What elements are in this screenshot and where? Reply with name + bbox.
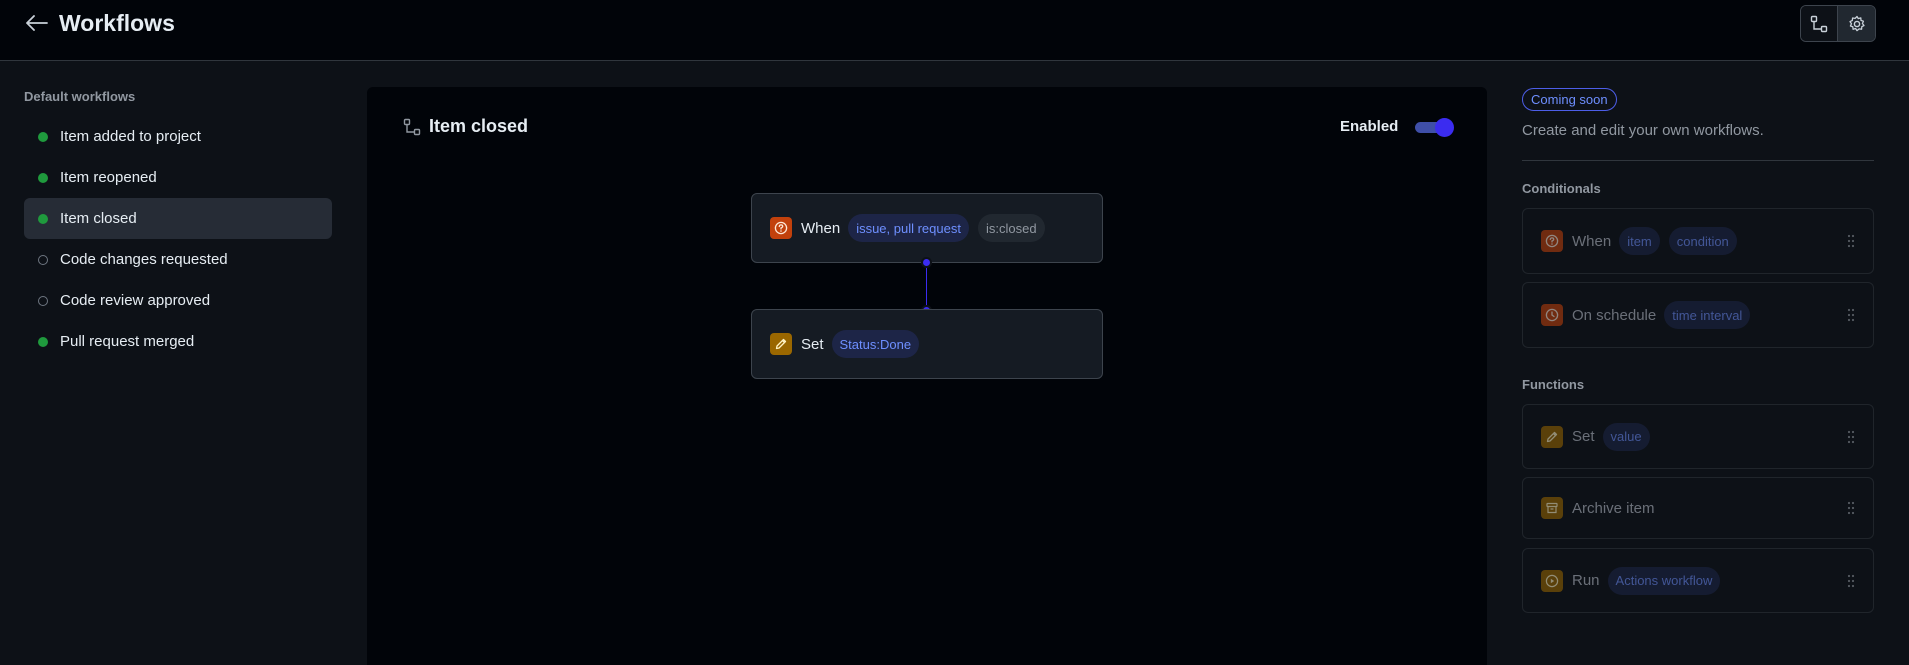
sidebar-item-item-added[interactable]: Item added to project	[24, 116, 332, 157]
sidebar-item-item-closed[interactable]: Item closed	[24, 198, 332, 239]
card-label: On schedule	[1572, 306, 1657, 324]
divider	[1522, 160, 1874, 161]
settings-button[interactable]	[1838, 6, 1875, 41]
condition-pill[interactable]: is:closed	[977, 214, 1045, 242]
sidebar-item-label: Code review approved	[60, 292, 211, 309]
play-icon	[1541, 569, 1563, 592]
sidebar-item-label: Item reopened	[60, 169, 157, 186]
gear-icon	[1848, 15, 1865, 31]
trigger-label: When	[801, 219, 841, 237]
enabled-status-dot	[38, 213, 48, 224]
function-card-archive-item[interactable]: Archive item	[1522, 477, 1874, 539]
conditional-card-when[interactable]: When item condition	[1522, 208, 1874, 274]
sidebar-item-label: Code changes requested	[60, 251, 228, 268]
card-pill: time interval	[1664, 301, 1751, 329]
workflow-icon	[403, 118, 421, 136]
field-value-pill[interactable]: Status:Done	[831, 330, 920, 358]
default-workflows-list: Item added to project Item reopened Item…	[24, 116, 332, 362]
sidebar-item-label: Item closed	[60, 210, 137, 227]
arrow-left-icon	[26, 15, 48, 31]
workflow-canvas: Item closed Enabled When issue, pull req…	[367, 87, 1487, 665]
drag-handle-icon[interactable]	[1847, 501, 1855, 515]
sidebar-item-code-changes-requested[interactable]: Code changes requested	[24, 239, 332, 280]
disabled-status-dot	[38, 295, 48, 306]
connector-start-dot	[921, 257, 932, 268]
item-type-pill[interactable]: issue, pull request	[848, 214, 969, 242]
clock-icon	[1541, 304, 1563, 326]
pencil-icon	[770, 333, 792, 355]
card-label: Archive item	[1572, 499, 1655, 517]
action-node[interactable]: Set Status:Done	[751, 309, 1103, 379]
enabled-status-dot	[38, 172, 48, 183]
card-pill: condition	[1668, 227, 1737, 255]
function-card-run[interactable]: Run Actions workflow	[1522, 548, 1874, 613]
toggle-knob	[1435, 118, 1454, 137]
pencil-icon	[1541, 425, 1563, 448]
workflow-icon	[1810, 15, 1828, 32]
functions-heading: Functions	[1522, 377, 1585, 392]
card-pill: value	[1602, 422, 1650, 451]
conditional-card-on-schedule[interactable]: On schedule time interval	[1522, 282, 1874, 348]
drag-handle-icon[interactable]	[1847, 308, 1855, 322]
sidebar-heading: Default workflows	[24, 89, 136, 104]
trigger-node[interactable]: When issue, pull request is:closed	[751, 193, 1103, 263]
card-label: When	[1572, 232, 1612, 250]
card-label: Set	[1572, 428, 1595, 445]
card-pill: item	[1619, 227, 1660, 255]
enabled-status-dot	[38, 336, 48, 347]
drag-handle-icon[interactable]	[1847, 234, 1855, 248]
drag-handle-icon[interactable]	[1847, 430, 1855, 444]
sidebar-item-label: Pull request merged	[60, 333, 195, 350]
workflow-view-button[interactable]	[1801, 6, 1838, 41]
enabled-toggle[interactable]	[1415, 118, 1455, 137]
question-icon	[770, 217, 792, 239]
enabled-label: Enabled	[1340, 118, 1399, 135]
page-title: Workflows	[59, 10, 175, 36]
workflow-title: Item closed	[429, 116, 529, 136]
archive-icon	[1541, 497, 1563, 519]
function-card-set[interactable]: Set value	[1522, 404, 1874, 469]
drag-handle-icon[interactable]	[1847, 574, 1855, 588]
sidebar-item-label: Item added to project	[60, 128, 201, 145]
top-header: Workflows	[0, 0, 1909, 61]
back-button[interactable]	[24, 10, 50, 36]
sidebar-item-pull-request-merged[interactable]: Pull request merged	[24, 321, 332, 362]
sidebar-item-item-reopened[interactable]: Item reopened	[24, 157, 332, 198]
action-label: Set	[801, 335, 824, 353]
question-icon	[1541, 230, 1563, 252]
node-connector	[926, 262, 927, 310]
view-toggle	[1800, 5, 1876, 42]
card-pill: Actions workflow	[1607, 566, 1721, 595]
custom-workflows-description: Create and edit your own workflows.	[1522, 122, 1764, 139]
disabled-status-dot	[38, 254, 48, 265]
coming-soon-badge: Coming soon	[1522, 88, 1617, 111]
sidebar-item-code-review-approved[interactable]: Code review approved	[24, 280, 332, 321]
conditionals-heading: Conditionals	[1522, 181, 1601, 196]
enabled-status-dot	[38, 131, 48, 142]
card-label: Run	[1572, 572, 1600, 589]
